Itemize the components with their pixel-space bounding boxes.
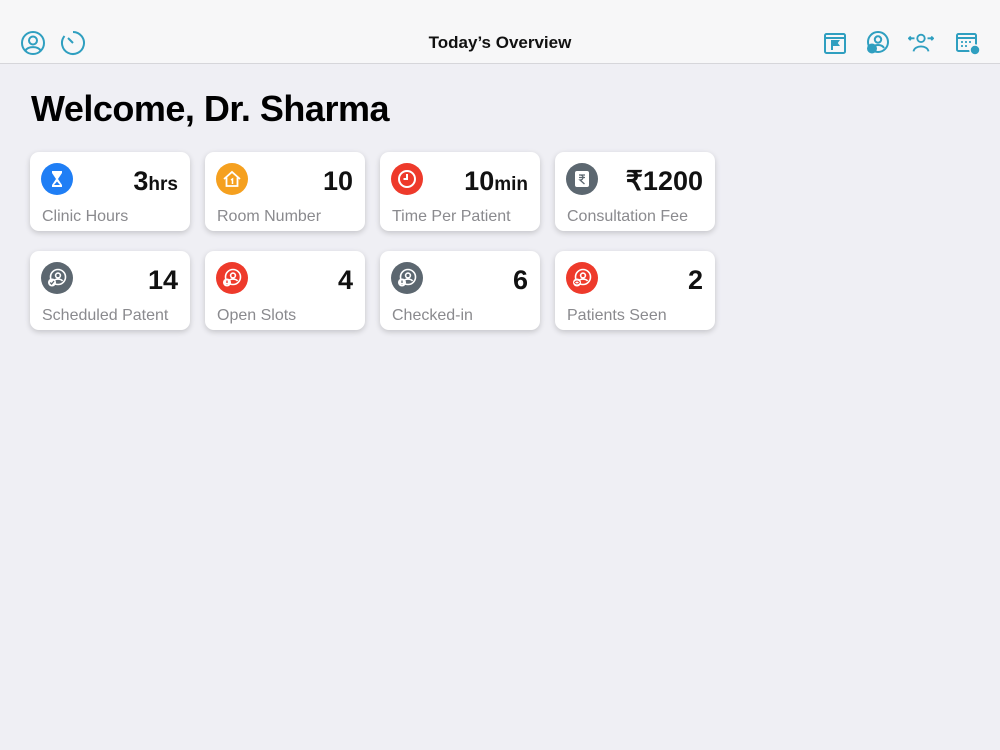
checked-in-icon [391,262,423,294]
card-value: 10min [464,166,528,196]
navigation-bar: Today’s Overview [0,0,1000,64]
overview-cards: 3hrs Clinic Hours 10 Room Number 10min T… [30,152,715,330]
patients-seen-icon [566,262,598,294]
room-number-card[interactable]: 10 Room Number [205,152,365,231]
card-label: Scheduled Patent [42,307,169,324]
card-value: 10 [322,166,353,196]
open-slots-icon [216,262,248,294]
checked-in-card[interactable]: 6 Checked-in [380,251,540,330]
card-label: Open Slots [217,307,297,324]
card-label: Patients Seen [567,307,667,324]
card-label: Clinic Hours [42,208,129,225]
card-label: Checked-in [392,307,473,324]
consultation-fee-card[interactable]: ₹1200 Consultation Fee [555,152,715,231]
card-label: Room Number [217,208,322,225]
welcome-heading: Welcome, Dr. Sharma [31,88,390,129]
clock-icon [391,163,423,195]
patient-transfer-icon[interactable] [907,29,935,57]
home-icon [216,163,248,195]
card-value: 4 [337,265,353,295]
calendar-user-icon[interactable] [954,29,982,57]
card-value: 6 [512,265,528,295]
flag-calendar-icon[interactable] [821,29,849,57]
card-label: Time Per Patient [392,208,511,225]
card-value: ₹1200 [625,166,703,196]
rupee-icon [566,163,598,195]
open-slots-card[interactable]: 4 Open Slots [205,251,365,330]
page-title: Today’s Overview [428,33,572,52]
patients-seen-card[interactable]: 2 Patients Seen [555,251,715,330]
card-value: 14 [147,265,178,295]
clinic-hours-card[interactable]: 3hrs Clinic Hours [30,152,190,231]
card-label: Consultation Fee [567,208,688,225]
hourglass-icon [41,163,73,195]
scheduled-patient-icon [41,262,73,294]
patient-search-icon[interactable] [864,29,892,57]
scheduled-patient-card[interactable]: 14 Scheduled Patent [30,251,190,330]
card-value: 2 [687,265,703,295]
time-per-patient-card[interactable]: 10min Time Per Patient [380,152,540,231]
card-value: 3hrs [133,166,178,196]
